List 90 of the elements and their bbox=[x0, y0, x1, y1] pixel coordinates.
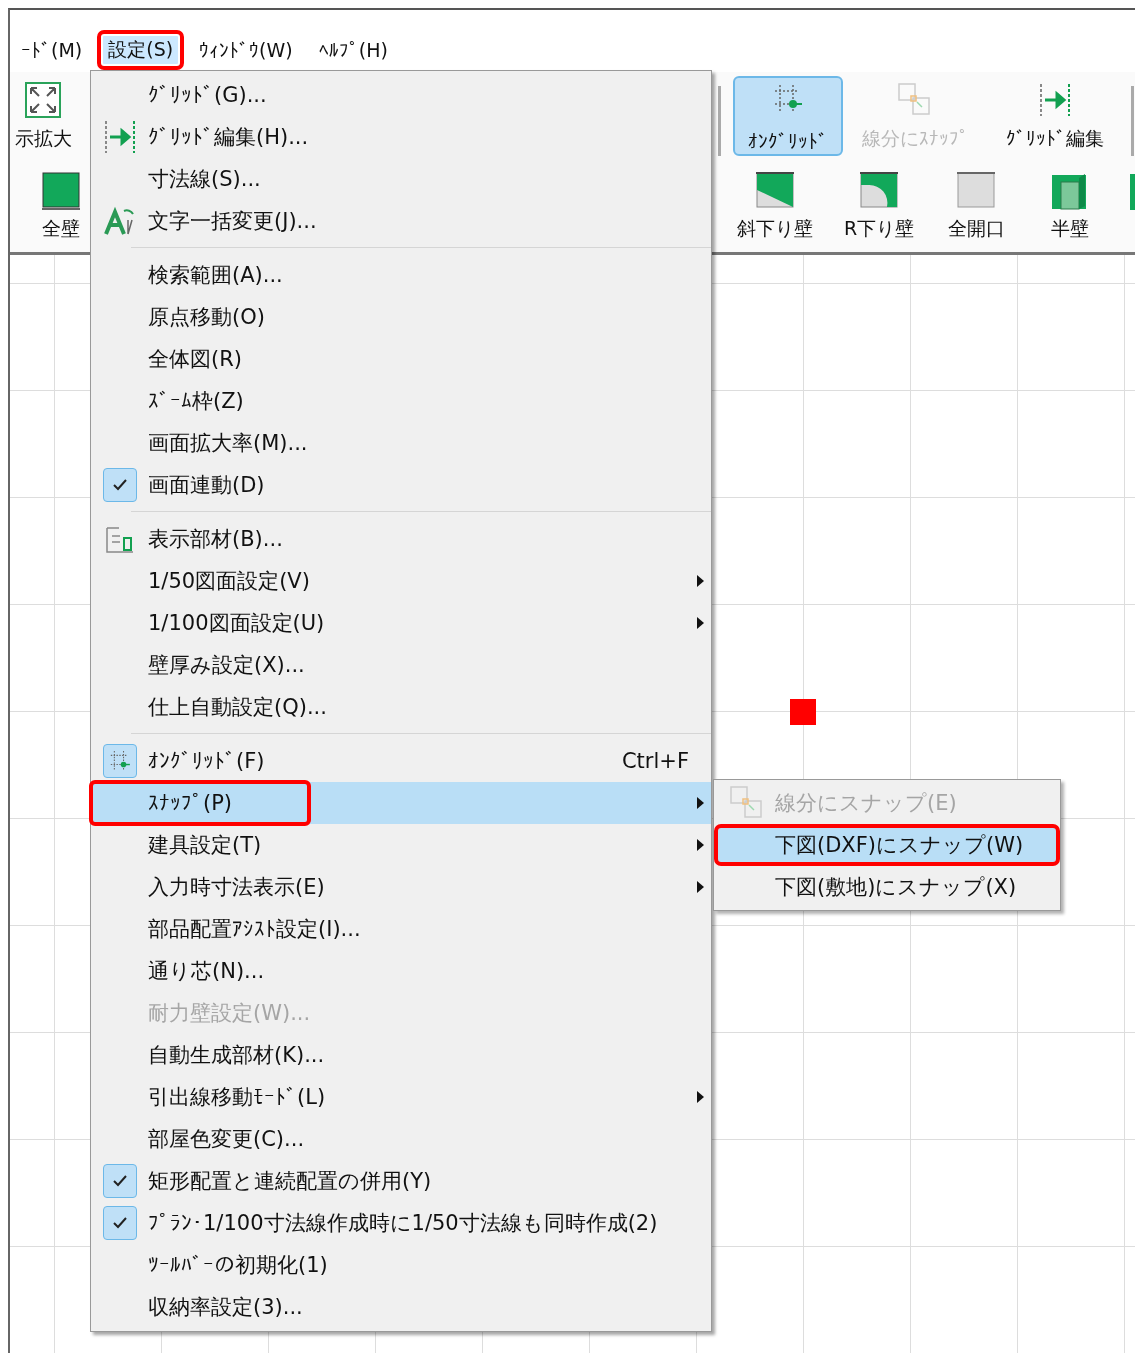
menu-item[interactable]: 寸法線(S)... bbox=[91, 158, 711, 200]
menu-item[interactable]: 下図(敷地)にスナップ(X) bbox=[714, 866, 1060, 908]
members-icon bbox=[103, 524, 136, 554]
snap-icon bbox=[728, 785, 765, 821]
menu-item-label: 検索範囲(A)... bbox=[148, 262, 283, 289]
menu-item-label: 収納率設定(3)... bbox=[148, 1294, 303, 1321]
menu-item[interactable]: 引出線移動ﾓｰﾄﾞ(L) bbox=[91, 1076, 711, 1118]
menu-item[interactable]: ﾌﾟﾗﾝ･1/100寸法線作成時に1/50寸法線も同時作成(2) bbox=[91, 1202, 711, 1244]
toolbar-button[interactable]: R下り壁 bbox=[834, 166, 924, 246]
menu-item-label: 寸法線(S)... bbox=[148, 166, 261, 193]
toolbar-button[interactable]: ｸﾞﾘｯﾄﾞ編集 bbox=[993, 76, 1117, 156]
checkmark-icon bbox=[111, 478, 128, 492]
menu-item-label: ｸﾞﾘｯﾄﾞ(G)... bbox=[148, 83, 267, 107]
menu-item-label: 線分にスナップ(E) bbox=[775, 790, 957, 817]
menu-item-label: 下図(敷地)にスナップ(X) bbox=[775, 874, 1017, 901]
menu-item-label: 矩形配置と連続配置の併用(Y) bbox=[148, 1168, 432, 1195]
menu-item-label: 下図(DXF)にスナップ(W) bbox=[775, 832, 1024, 859]
menu-bar-item[interactable]: ﾍﾙﾌﾟ(H) bbox=[307, 32, 399, 68]
menu-item[interactable]: 矩形配置と連続配置の併用(Y) bbox=[91, 1160, 711, 1202]
menu-item[interactable]: ｵﾝｸﾞﾘｯﾄﾞ(F) Ctrl+F bbox=[91, 740, 711, 782]
marker-icon bbox=[790, 699, 816, 725]
menu-item-label: 1/50図面設定(V) bbox=[148, 568, 310, 595]
menu-item[interactable]: 仕上自動設定(Q)... bbox=[91, 686, 711, 728]
menu-item[interactable]: 壁厚み設定(X)... bbox=[91, 644, 711, 686]
toolbar-button[interactable]: 示拡大 bbox=[10, 76, 76, 156]
menu-item[interactable]: 入力時寸法表示(E) bbox=[91, 866, 711, 908]
checkmark-icon bbox=[111, 1174, 128, 1188]
menu-item[interactable]: 通り芯(N)... bbox=[91, 950, 711, 992]
menu-item[interactable]: 画面連動(D) bbox=[91, 464, 711, 506]
menu-item-label: ｵﾝｸﾞﾘｯﾄﾞ(F) bbox=[148, 749, 265, 773]
menu-item-label: 耐力壁設定(W)... bbox=[148, 1000, 311, 1027]
menu-item-label: 表示部材(B)... bbox=[148, 526, 283, 553]
slope-wall-icon bbox=[756, 172, 794, 210]
shortcut-label: Ctrl+F bbox=[621, 749, 689, 773]
menu-item-label: 壁厚み設定(X)... bbox=[148, 652, 305, 679]
text-replace-icon bbox=[103, 206, 136, 236]
menu-item[interactable]: 部屋色変更(C)... bbox=[91, 1118, 711, 1160]
menu-item[interactable]: 画面拡大率(M)... bbox=[91, 422, 711, 464]
toolbar-button[interactable]: ｵﾝｸﾞﾘｯﾄﾞ bbox=[733, 76, 843, 156]
menu-item[interactable]: 部品配置ｱｼｽﾄ設定(I)... bbox=[91, 908, 711, 950]
toolbar-button[interactable]: 半壁 bbox=[1040, 166, 1100, 246]
menu-item[interactable]: 検索範囲(A)... bbox=[91, 254, 711, 296]
toolbar-button[interactable]: 全開口 bbox=[936, 166, 1016, 246]
opening-icon bbox=[957, 172, 995, 210]
expand-icon bbox=[25, 82, 61, 118]
menu-item[interactable]: 収納率設定(3)... bbox=[91, 1286, 711, 1328]
toolbar-button[interactable]: 斜下り壁 bbox=[732, 166, 818, 246]
half-wall-icon bbox=[1051, 172, 1089, 210]
menu-item-label: 建具設定(T) bbox=[148, 832, 262, 859]
menu-item[interactable]: 原点移動(O) bbox=[91, 296, 711, 338]
menu-item-label: 文字一括変更(J)... bbox=[148, 208, 317, 235]
menu-item-label: ｽﾞｰﾑ枠(Z) bbox=[148, 388, 244, 415]
menu-item-label: 仕上自動設定(Q)... bbox=[148, 694, 327, 721]
menu-bar-item[interactable]: ｳｨﾝﾄﾞｳ(W) bbox=[188, 32, 304, 68]
checkmark-icon bbox=[111, 1216, 128, 1230]
menu-item[interactable]: ｽﾞｰﾑ枠(Z) bbox=[91, 380, 711, 422]
menu-item-label: 1/100図面設定(U) bbox=[148, 610, 325, 637]
grid-move-icon bbox=[1037, 82, 1073, 118]
menu-item[interactable]: ｽﾅｯﾌﾟ(P) bbox=[91, 782, 711, 824]
menu-bar-item[interactable]: 設定(S) bbox=[97, 30, 185, 70]
menu-item-label: 原点移動(O) bbox=[148, 304, 265, 331]
round-wall-icon bbox=[860, 172, 898, 210]
menu-bar-item[interactable]: ｰﾄﾞ(M) bbox=[10, 32, 94, 68]
menu-item-label: ﾌﾟﾗﾝ･1/100寸法線作成時に1/50寸法線も同時作成(2) bbox=[148, 1210, 658, 1237]
menu-item-label: 部屋色変更(C)... bbox=[148, 1126, 305, 1153]
menu-item[interactable]: 1/100図面設定(U) bbox=[91, 602, 711, 644]
menu-item[interactable]: ﾂｰﾙﾊﾞｰの初期化(1) bbox=[91, 1244, 711, 1286]
menu-item-label: ﾂｰﾙﾊﾞｰの初期化(1) bbox=[148, 1252, 328, 1279]
menu-item[interactable]: 自動生成部材(K)... bbox=[91, 1034, 711, 1076]
menu-item-label: 全体図(R) bbox=[148, 346, 242, 373]
menu-item-label: 部品配置ｱｼｽﾄ設定(I)... bbox=[148, 916, 361, 943]
menu-item[interactable]: 表示部材(B)... bbox=[91, 518, 711, 560]
menu-item-label: 自動生成部材(K)... bbox=[148, 1042, 325, 1069]
menu-item[interactable]: 下図(DXF)にスナップ(W) bbox=[714, 824, 1060, 866]
menu-item[interactable]: 文字一括変更(J)... bbox=[91, 200, 711, 242]
menu-item-label: 画面連動(D) bbox=[148, 472, 265, 499]
menu-item[interactable]: 建具設定(T) bbox=[91, 824, 711, 866]
snap-icon bbox=[897, 82, 933, 118]
menu-item[interactable]: 全体図(R) bbox=[91, 338, 711, 380]
menu-item[interactable]: ｸﾞﾘｯﾄﾞ(G)... bbox=[91, 74, 711, 116]
menu-item-label: 画面拡大率(M)... bbox=[148, 430, 308, 457]
menu-item-label: ｸﾞﾘｯﾄﾞ編集(H)... bbox=[148, 124, 309, 151]
toolbar-button[interactable]: 全壁 bbox=[36, 166, 86, 246]
menu-item-label: 入力時寸法表示(E) bbox=[148, 874, 325, 901]
wall-icon bbox=[42, 172, 80, 210]
menu-item-label: 引出線移動ﾓｰﾄﾞ(L) bbox=[148, 1084, 326, 1111]
menu-item-label: 通り芯(N)... bbox=[148, 958, 265, 985]
menu-item[interactable]: ｸﾞﾘｯﾄﾞ編集(H)... bbox=[91, 116, 711, 158]
menu-item-label: ｽﾅｯﾌﾟ(P) bbox=[148, 791, 233, 815]
menu-item[interactable]: 1/50図面設定(V) bbox=[91, 560, 711, 602]
